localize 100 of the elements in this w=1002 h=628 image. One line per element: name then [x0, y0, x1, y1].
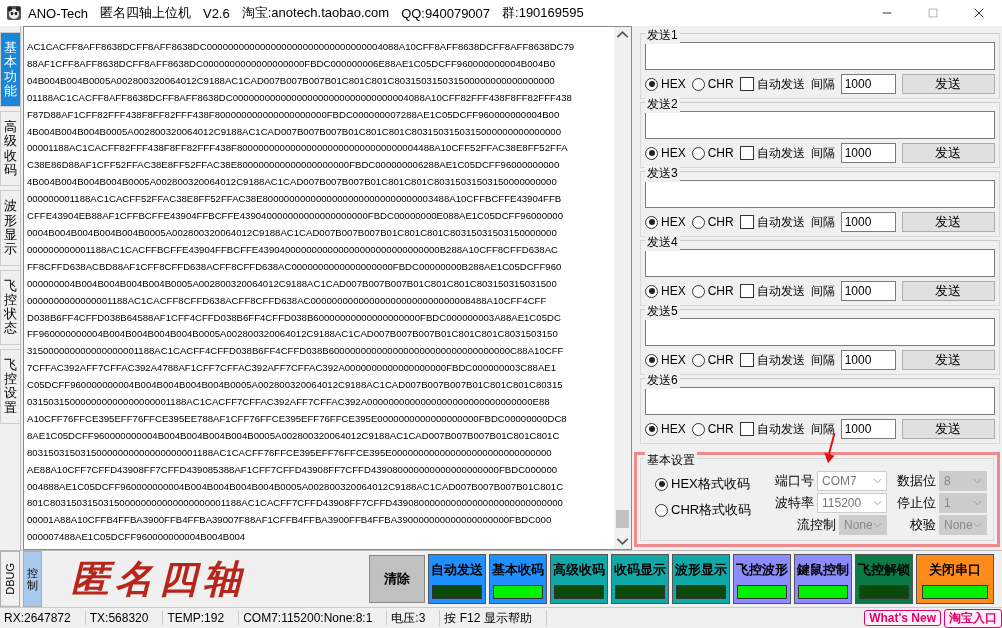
radio-label[interactable]: HEX	[661, 77, 686, 91]
send-input-field[interactable]	[645, 249, 995, 277]
radio-label[interactable]: CHR	[707, 146, 734, 160]
radio-label[interactable]: HEX	[661, 146, 686, 160]
interval-field[interactable]: 1000	[840, 350, 896, 370]
caret-icon	[973, 500, 982, 506]
checkbox[interactable]	[739, 353, 754, 367]
caret-icon	[873, 478, 882, 484]
interval-field[interactable]: 1000	[840, 143, 896, 163]
radio-button[interactable]	[691, 284, 705, 298]
send-button[interactable]: 发送	[901, 350, 995, 370]
toggle-button[interactable]: 基本收码	[489, 554, 547, 605]
side-tab[interactable]: 飞控设置	[0, 348, 20, 424]
window-title: V2.6	[202, 5, 230, 21]
checkbox-label[interactable]: 自动发送	[756, 351, 805, 369]
radio-button[interactable]	[691, 215, 705, 229]
window-title: 淘宝:anotech.taobao.com	[241, 4, 390, 22]
dropdown[interactable]: COM7	[817, 471, 887, 491]
interval-label: 间隔	[810, 75, 835, 93]
app-icon	[6, 5, 22, 21]
side-tab[interactable]: 高级收码	[0, 111, 20, 187]
side-tab[interactable]: 基本功能	[0, 32, 20, 108]
toggle-button[interactable]: 自动发送	[428, 554, 486, 605]
interval-field[interactable]: 1000	[840, 419, 896, 439]
window-title: ANO-Tech	[28, 5, 88, 21]
radio-button[interactable]	[655, 477, 668, 491]
send-input-field[interactable]	[645, 318, 995, 346]
toggle-button[interactable]: 鍵鼠控制	[794, 554, 852, 605]
caret-icon	[973, 522, 982, 528]
interval-field[interactable]: 1000	[840, 74, 896, 94]
send-button[interactable]: 发送	[901, 419, 995, 439]
radio-label[interactable]: CHR	[707, 284, 734, 298]
radio-label[interactable]: HEX	[661, 284, 686, 298]
send-button[interactable]: 发送	[901, 143, 995, 163]
send-button[interactable]: 发送	[901, 74, 995, 94]
window-title: 匿名四轴上位机	[99, 4, 191, 22]
radio-button[interactable]	[691, 77, 705, 91]
send-input-field[interactable]	[645, 111, 995, 139]
send-input-field[interactable]	[645, 180, 995, 208]
send-input-field[interactable]	[645, 42, 995, 70]
scrollbar-thumb[interactable]	[616, 510, 629, 529]
radio-label[interactable]: HEX	[661, 215, 686, 229]
radio-label[interactable]: HEX	[661, 353, 686, 367]
field-label: 数据位	[897, 472, 936, 490]
radio-label[interactable]: HEX	[661, 422, 686, 436]
send-input-field[interactable]	[645, 387, 995, 415]
send-button[interactable]: 发送	[901, 212, 995, 232]
group-title: 发送6	[645, 372, 680, 389]
radio-button[interactable]	[691, 146, 705, 160]
status-text: COM7:115200:None:8:1	[239, 611, 388, 626]
caret-icon	[873, 500, 882, 506]
interval-field[interactable]: 1000	[840, 212, 896, 232]
status-link[interactable]: 淘宝入口	[944, 608, 1002, 628]
toggle-button[interactable]: 波形显示	[672, 554, 730, 605]
checkbox[interactable]	[739, 77, 754, 91]
checkbox-label[interactable]: 自动发送	[756, 213, 805, 231]
radio-label[interactable]: CHR	[707, 77, 734, 91]
checkbox[interactable]	[739, 146, 754, 160]
radio-button[interactable]	[645, 215, 658, 229]
group-title: 发送2	[645, 96, 680, 113]
toggle-button[interactable]: 飞控波形	[733, 554, 791, 605]
status-link[interactable]: What's New	[864, 610, 941, 627]
toggle-button[interactable]: 飞控解锁	[855, 554, 913, 605]
radio-label[interactable]: CHR	[707, 422, 734, 436]
radio-label[interactable]: CHR格式收码	[671, 501, 752, 519]
checkbox[interactable]	[739, 284, 754, 298]
radio-button[interactable]	[645, 146, 658, 160]
radio-button[interactable]	[645, 422, 658, 436]
toggle-button[interactable]: 高级收码	[550, 554, 608, 605]
group-title: 发送5	[645, 303, 680, 320]
bottom-tab[interactable]: 控制	[23, 551, 42, 608]
send-button[interactable]: 发送	[901, 281, 995, 301]
clear-button[interactable]: 清除	[369, 555, 425, 604]
radio-label[interactable]: HEX格式收码	[671, 475, 750, 493]
bottom-tab[interactable]: DBUG	[0, 551, 20, 608]
checkbox-label[interactable]: 自动发送	[756, 144, 805, 162]
checkbox-label[interactable]: 自动发送	[756, 75, 805, 93]
status-text: TX:568320	[85, 611, 164, 626]
interval-label: 间隔	[810, 420, 835, 438]
caret-icon	[973, 478, 982, 484]
radio-button[interactable]	[645, 77, 658, 91]
status-text: 按 F12 显示帮助	[440, 609, 547, 627]
side-tab[interactable]: 波形显示	[0, 190, 20, 266]
radio-button[interactable]	[645, 353, 658, 367]
checkbox-label[interactable]: 自动发送	[756, 420, 805, 438]
checkbox[interactable]	[739, 422, 754, 436]
toggle-button[interactable]: 收码显示	[611, 554, 669, 605]
group-title: 基本设置	[645, 452, 697, 469]
checkbox[interactable]	[739, 215, 754, 229]
radio-button[interactable]	[691, 422, 705, 436]
radio-button[interactable]	[691, 353, 705, 367]
interval-field[interactable]: 1000	[840, 281, 896, 301]
radio-label[interactable]: CHR	[707, 215, 734, 229]
radio-label[interactable]: CHR	[707, 353, 734, 367]
toggle-button[interactable]: 关闭串口	[916, 554, 994, 605]
radio-button[interactable]	[645, 284, 658, 298]
checkbox-label[interactable]: 自动发送	[756, 282, 805, 300]
dropdown[interactable]: 115200	[817, 493, 887, 513]
radio-button[interactable]	[655, 503, 668, 517]
side-tab[interactable]: 飞控状态	[0, 269, 20, 345]
